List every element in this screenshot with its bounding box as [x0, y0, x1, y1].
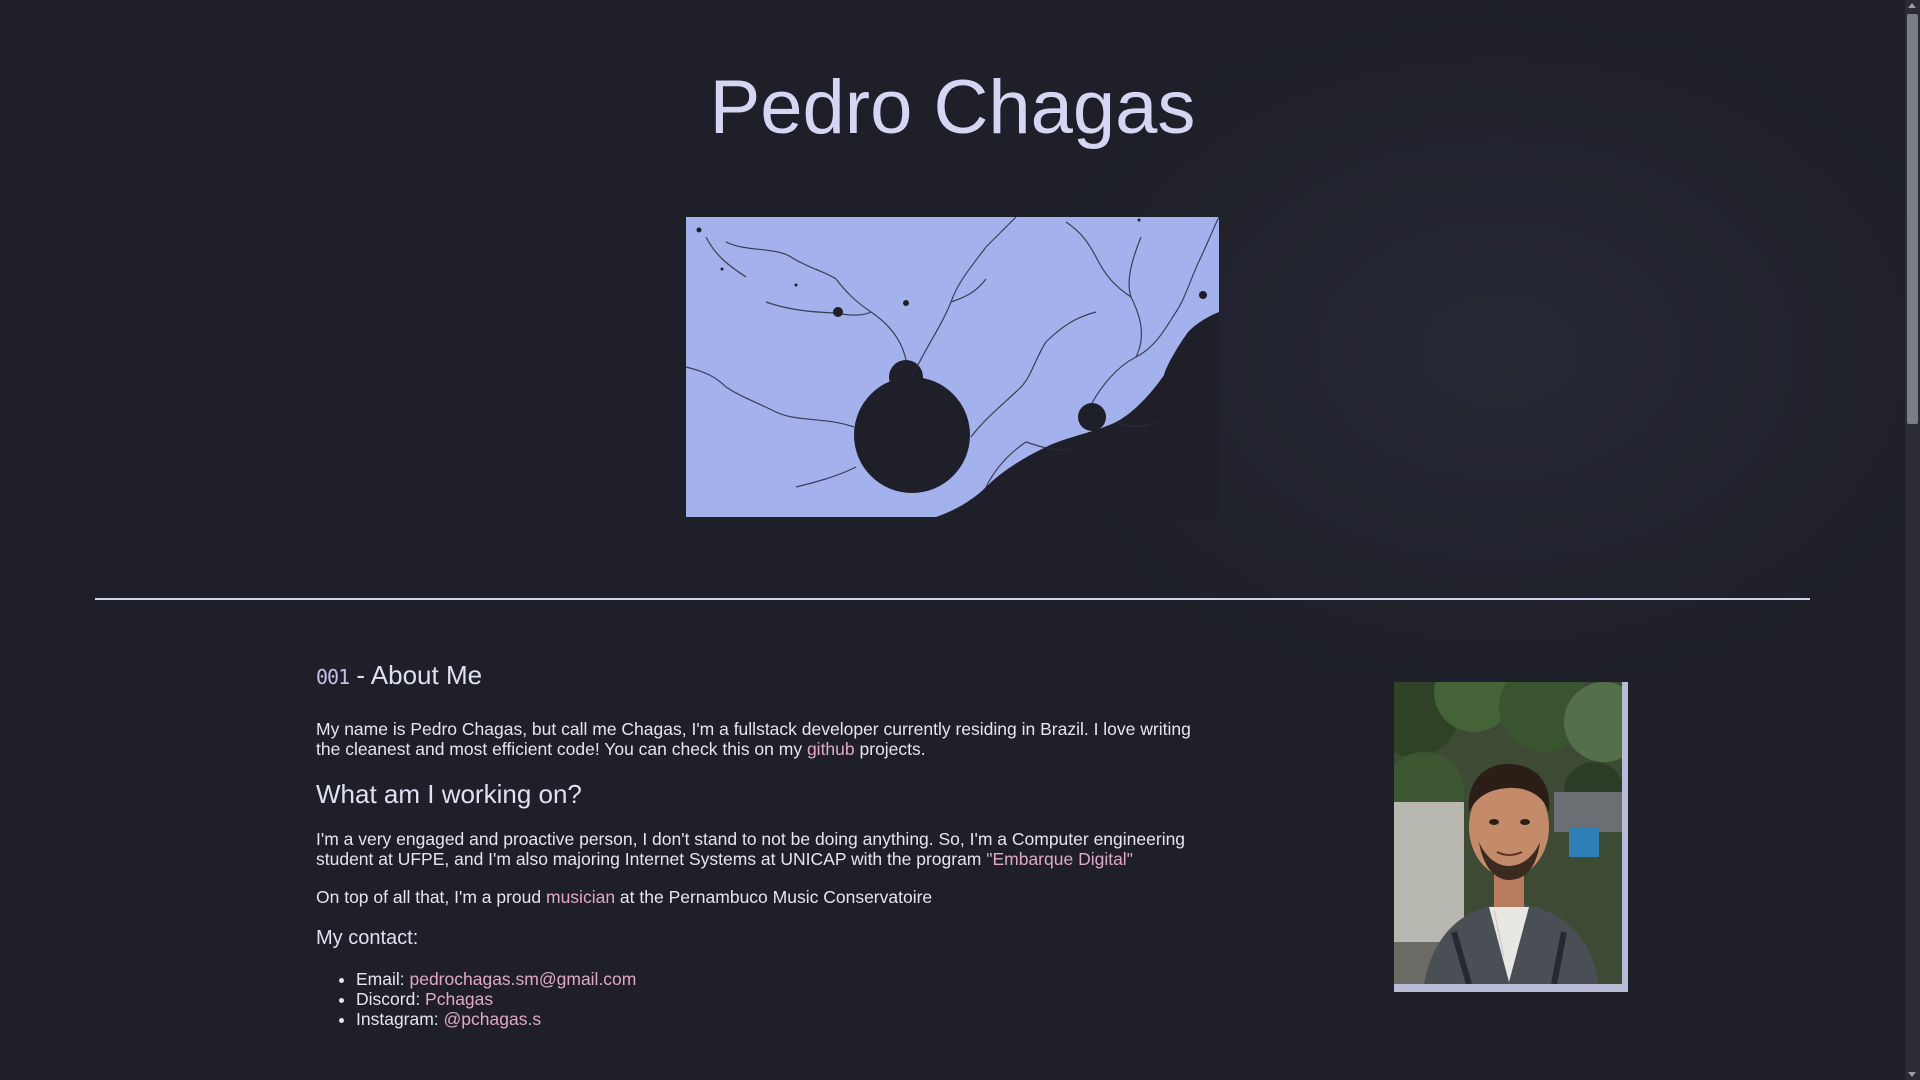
- section-divider: [95, 598, 1810, 600]
- contact-label: Instagram:: [356, 1009, 444, 1029]
- page: Pedro Chagas 001 - About Me My name is P…: [0, 0, 1905, 1080]
- scrollbar-thumb[interactable]: [1907, 14, 1918, 424]
- contact-list: Email: pedrochagas.sm@gmail.com Discord:…: [316, 969, 1196, 1029]
- site-title: Pedro Chagas: [709, 65, 1196, 150]
- working-heading: What am I working on?: [316, 779, 582, 809]
- contact-heading: My contact:: [316, 927, 419, 949]
- musician-link[interactable]: musician: [546, 887, 615, 907]
- contact-discord: Discord: Pchagas: [356, 989, 1196, 1009]
- about-heading: 001 - About Me: [316, 655, 1196, 697]
- scroll-down-arrow-icon[interactable]: [1908, 1072, 1916, 1077]
- about-section: 001 - About Me My name is Pedro Chagas, …: [316, 655, 1196, 1029]
- contact-label: Discord:: [356, 989, 426, 1009]
- music-paragraph: On top of all that, I'm a proud musician…: [316, 887, 1196, 907]
- section-number: 001: [316, 665, 350, 689]
- contact-email: Email: pedrochagas.sm@gmail.com: [356, 969, 1196, 989]
- page-scrollbar[interactable]: [1905, 0, 1920, 1080]
- mandelbrot-fractal-image: [686, 217, 1219, 517]
- instagram-link[interactable]: @pchagas.s: [444, 1009, 542, 1029]
- working-paragraph: I'm a very engaged and proactive person,…: [316, 829, 1196, 869]
- email-link[interactable]: pedrochagas.sm@gmail.com: [409, 969, 636, 989]
- intro-paragraph: My name is Pedro Chagas, but call me Cha…: [316, 719, 1196, 759]
- intro-text: My name is Pedro Chagas, but call me Cha…: [316, 719, 1191, 759]
- embarque-digital-link[interactable]: "Embarque Digital": [986, 849, 1133, 869]
- profile-photo: [1394, 682, 1622, 984]
- about-heading-text: - About Me: [349, 660, 483, 690]
- intro-end: projects.: [854, 739, 926, 759]
- contact-instagram: Instagram: @pchagas.s: [356, 1009, 1196, 1029]
- discord-link[interactable]: Pchagas: [425, 989, 493, 1009]
- scroll-up-arrow-icon[interactable]: [1908, 3, 1916, 8]
- profile-photo-frame: [1394, 682, 1628, 992]
- contact-label: Email:: [356, 969, 410, 989]
- github-link[interactable]: github: [807, 739, 855, 759]
- music-post: at the Pernambuco Music Conservatoire: [615, 887, 933, 907]
- music-pre: On top of all that, I'm a proud: [316, 887, 546, 907]
